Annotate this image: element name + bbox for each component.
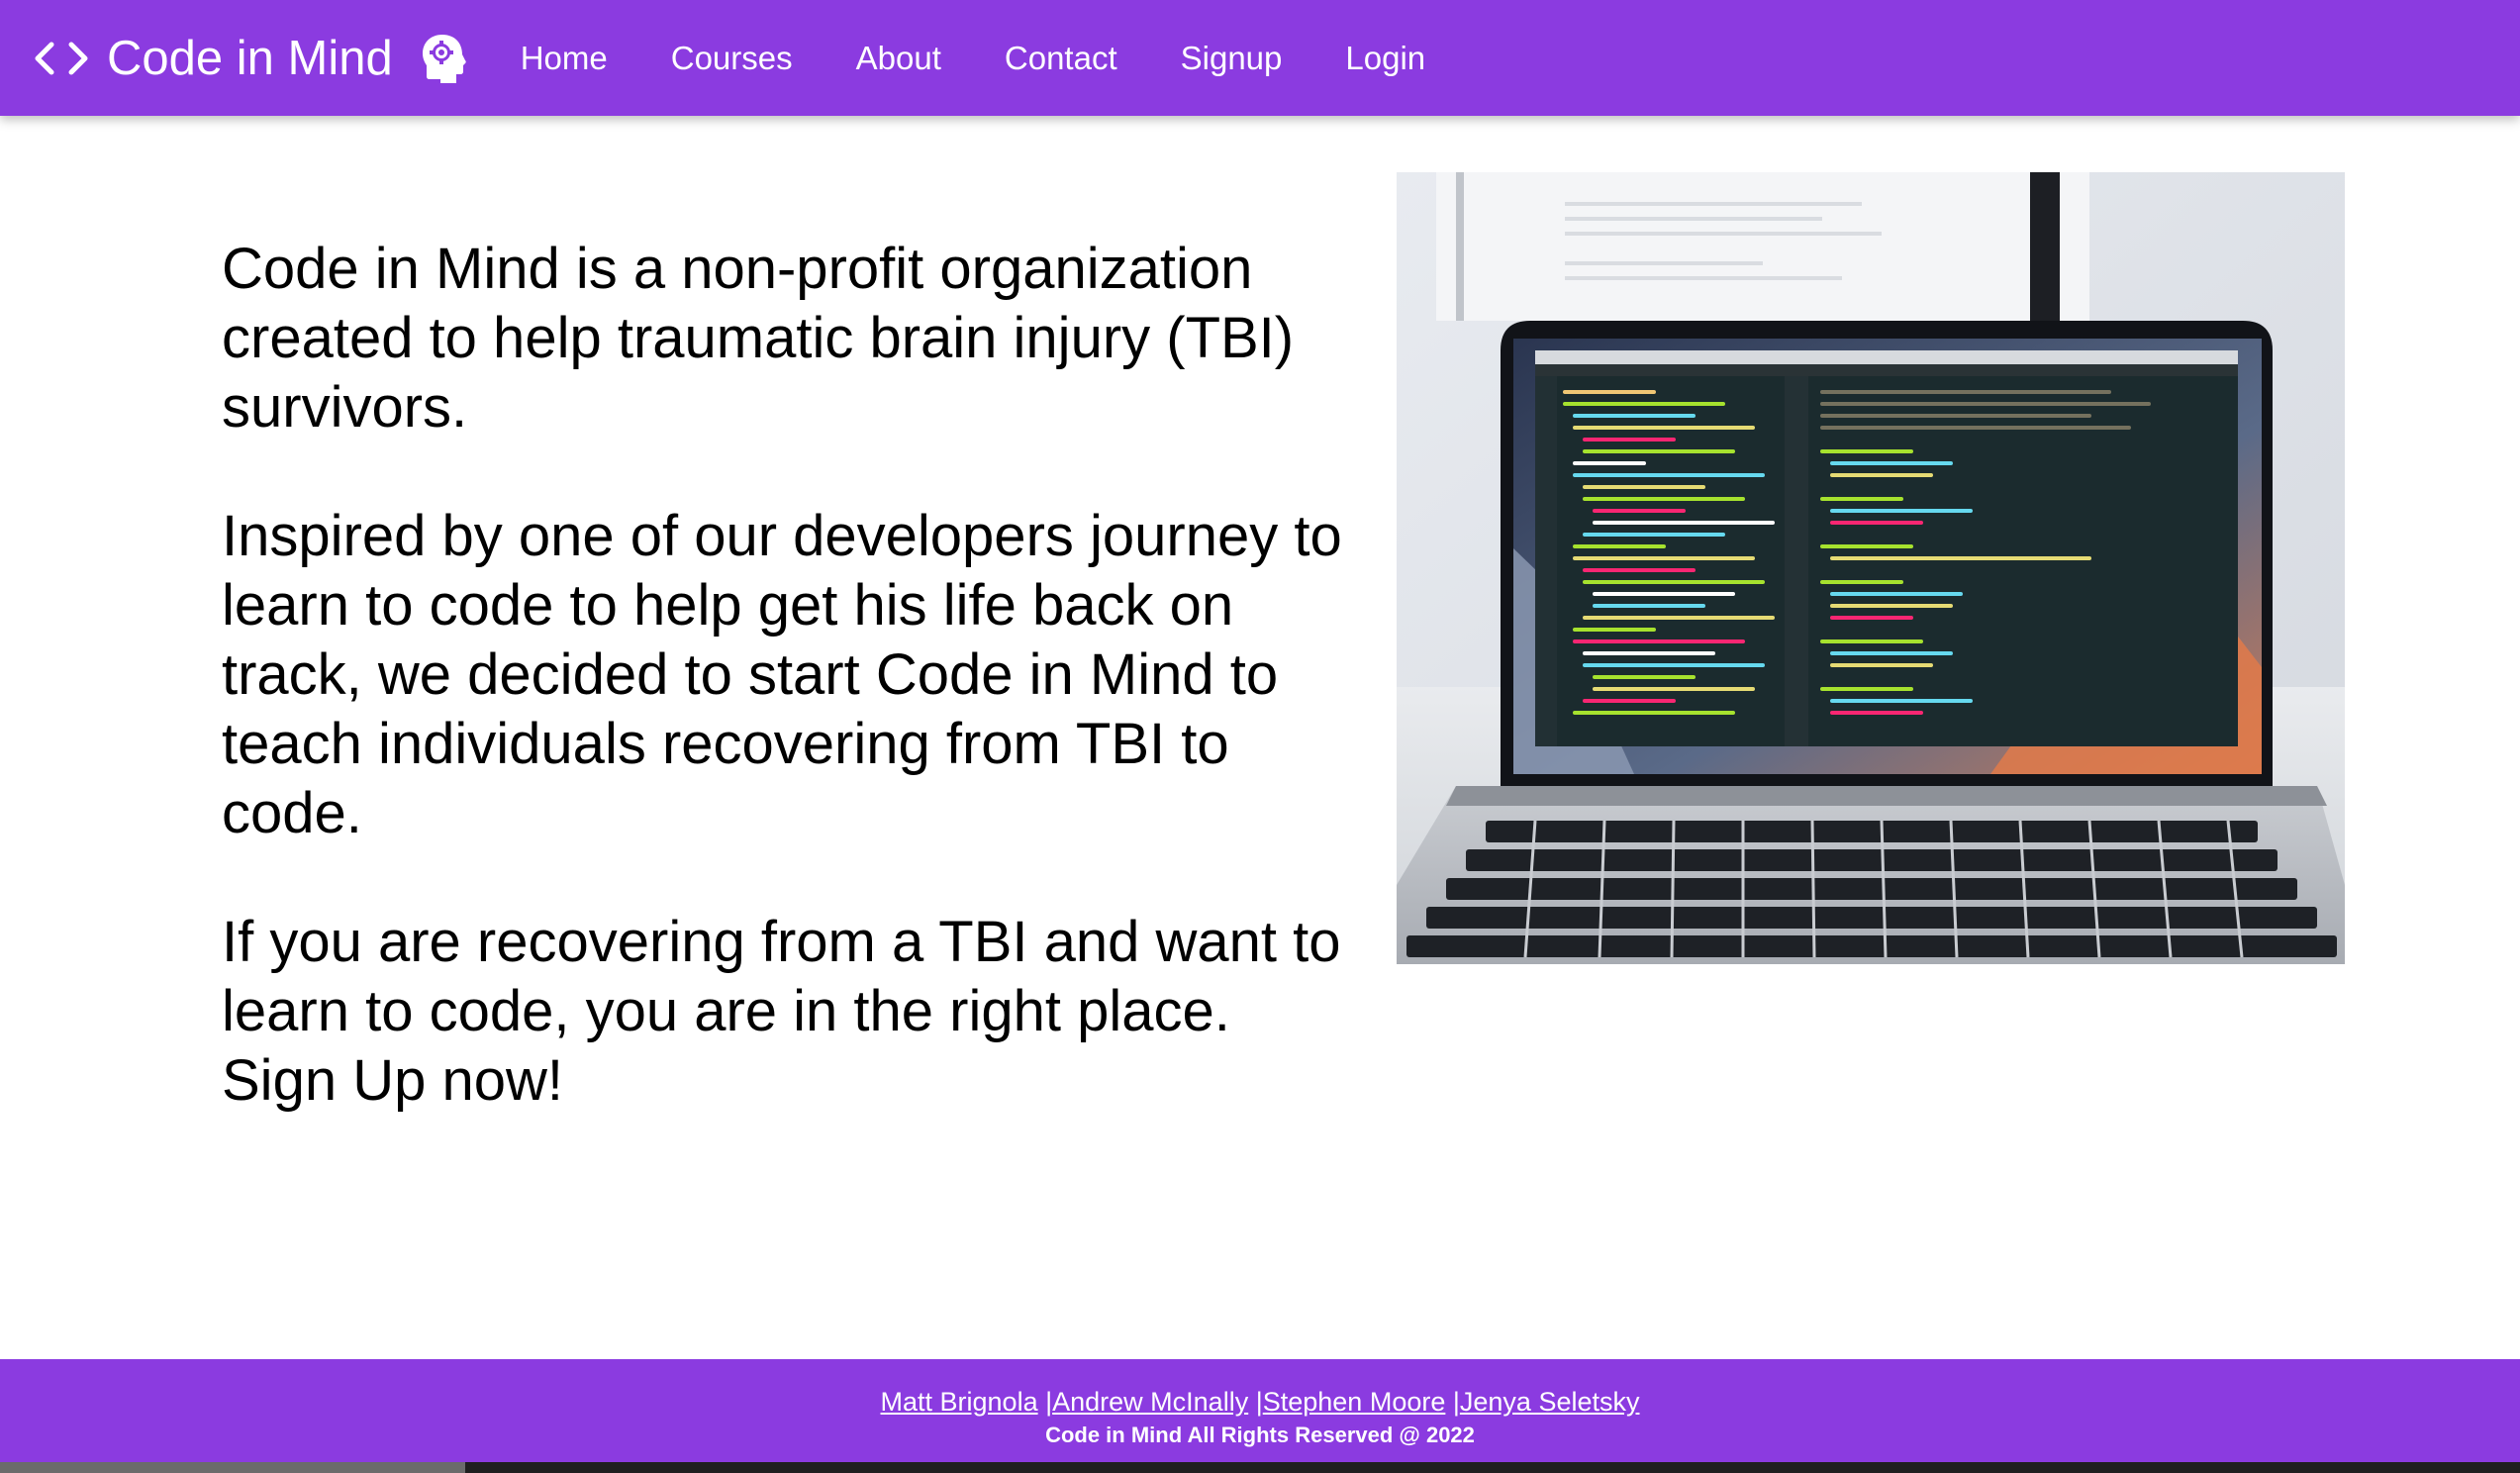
author-link-andrew-mcinally[interactable]: Andrew McInally bbox=[1052, 1387, 1248, 1417]
page: Code in Mind Home Courses About Contact bbox=[0, 0, 2520, 1473]
nav-home[interactable]: Home bbox=[521, 40, 608, 77]
author-separator: | bbox=[1255, 1387, 1263, 1417]
author-link-matt-brignola[interactable]: Matt Brignola bbox=[881, 1387, 1038, 1417]
code-brackets-icon bbox=[34, 39, 89, 78]
footer: Matt Brignola |Andrew McInally |Stephen … bbox=[0, 1359, 2520, 1462]
laptop-code-image bbox=[1397, 172, 2345, 964]
author-link-stephen-moore[interactable]: Stephen Moore bbox=[1263, 1387, 1446, 1417]
navbar: Code in Mind Home Courses About Contact bbox=[0, 0, 2520, 116]
author-link-jenya-seletsky[interactable]: Jenya Seletsky bbox=[1460, 1387, 1640, 1417]
nav-links: Home Courses About Contact Signup Login bbox=[521, 40, 1489, 77]
intro-paragraph-mission: Code in Mind is a non-profit organizatio… bbox=[222, 237, 1295, 440]
nav-about[interactable]: About bbox=[856, 40, 941, 77]
intro-text: Code in Mind is a non-profit organizatio… bbox=[222, 235, 1360, 1175]
intro-paragraph-inspiration: Inspired by one of our developers journe… bbox=[222, 504, 1342, 845]
nav-courses[interactable]: Courses bbox=[671, 40, 793, 77]
nav-signup[interactable]: Signup bbox=[1181, 40, 1283, 77]
footer-credits: Matt Brignola |Andrew McInally |Stephen … bbox=[0, 1385, 2520, 1419]
author-separator: | bbox=[1452, 1387, 1460, 1417]
nav-login[interactable]: Login bbox=[1345, 40, 1425, 77]
intro-paragraph-call-to-action: If you are recovering from a TBI and wan… bbox=[222, 910, 1341, 1113]
nav-contact[interactable]: Contact bbox=[1005, 40, 1117, 77]
brand-name: Code in Mind bbox=[107, 31, 393, 85]
underlying-window-strip-light bbox=[0, 1462, 465, 1473]
head-gear-icon bbox=[419, 33, 466, 84]
main-content: Code in Mind is a non-profit organizatio… bbox=[0, 116, 2520, 1359]
footer-copyright: Code in Mind All Rights Reserved @ 2022 bbox=[1045, 1423, 1475, 1447]
brand-link[interactable]: Code in Mind bbox=[34, 31, 466, 86]
underlying-window-strip bbox=[0, 1462, 2520, 1473]
